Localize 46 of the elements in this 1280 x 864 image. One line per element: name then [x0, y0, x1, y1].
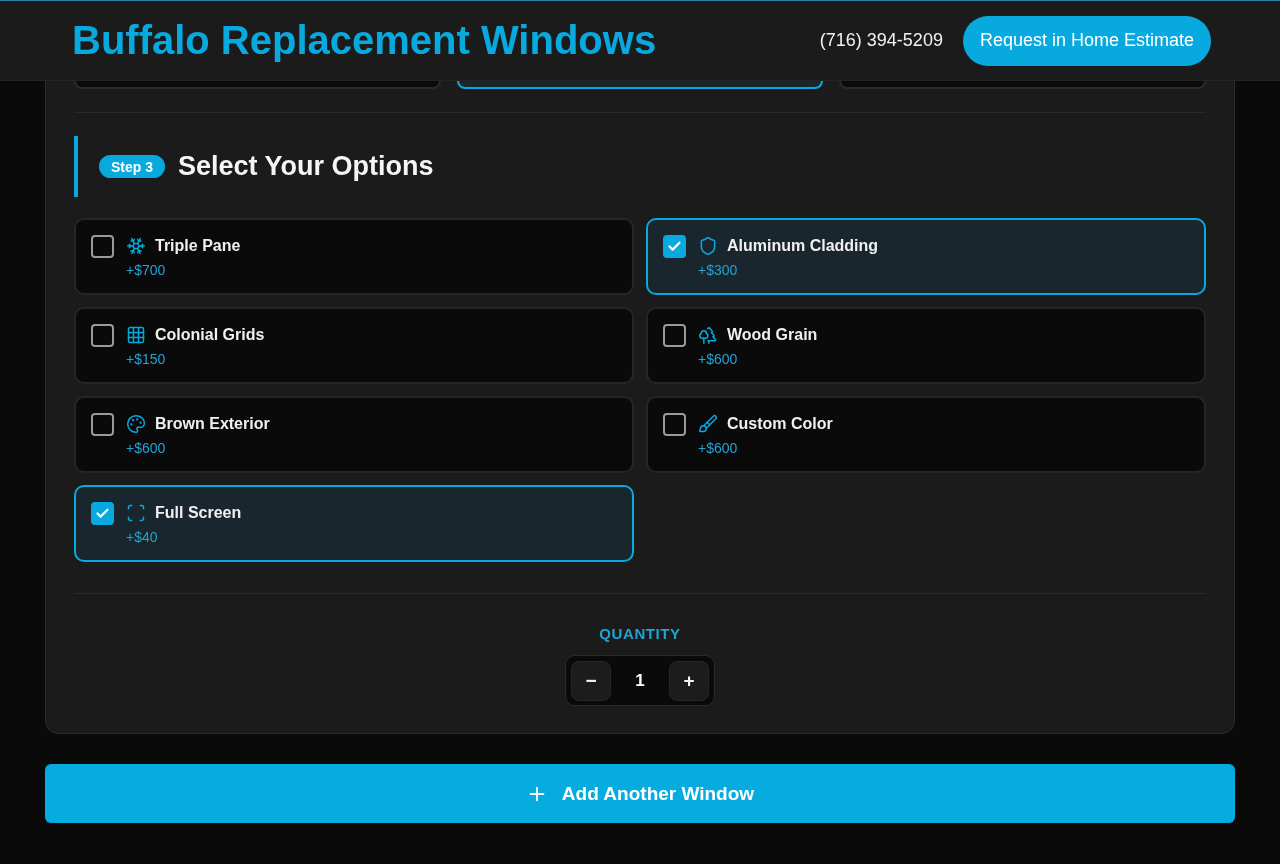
decrement-button[interactable]: −	[571, 660, 611, 701]
section-title: Select Your Options	[178, 151, 434, 182]
option-card[interactable]: Colonial Grids +$150	[74, 307, 634, 384]
option-name: Wood Grain	[727, 326, 818, 344]
brush-icon	[698, 414, 718, 434]
option-price: +$150	[126, 350, 167, 368]
step-badge: Step 3	[99, 155, 165, 178]
checkbox[interactable]	[91, 324, 114, 347]
shield-icon	[698, 236, 718, 256]
increment-button[interactable]: +	[669, 660, 709, 701]
card-edge[interactable]	[456, 81, 824, 89]
quantity-label: QUANTITY	[599, 625, 681, 643]
corner-brackets-icon	[126, 503, 146, 523]
option-name: Brown Exterior	[155, 415, 270, 433]
check-icon	[95, 506, 110, 521]
option-name: Custom Color	[727, 415, 833, 433]
option-card[interactable]: Aluminum Cladding +$300	[646, 218, 1206, 295]
phone-link[interactable]: (716) 394-5209	[819, 30, 943, 51]
option-name: Aluminum Cladding	[727, 237, 879, 255]
option-name: Triple Pane	[155, 237, 241, 255]
option-card[interactable]: Wood Grain +$600	[646, 307, 1206, 384]
option-price: +$600	[698, 350, 739, 368]
snowflake-icon	[126, 236, 146, 256]
checkbox[interactable]	[663, 413, 686, 436]
option-card[interactable]: Full Screen +$40	[74, 485, 634, 562]
checkbox[interactable]	[663, 324, 686, 347]
option-price: +$600	[126, 439, 167, 457]
checkbox[interactable]	[91, 413, 114, 436]
option-price: +$700	[126, 261, 167, 279]
palette-icon	[126, 414, 146, 434]
grid-icon	[126, 325, 146, 345]
option-card[interactable]: Brown Exterior +$600	[74, 396, 634, 473]
site-title: Buffalo Replacement Windows	[72, 18, 657, 63]
checkbox[interactable]	[91, 235, 114, 258]
checkbox[interactable]	[91, 502, 114, 525]
option-price: +$300	[698, 261, 739, 279]
option-price: +$40	[126, 528, 159, 546]
option-card[interactable]: Custom Color +$600	[646, 396, 1206, 473]
quantity-value: 1	[634, 670, 646, 691]
trees-icon	[698, 325, 718, 345]
option-name: Full Screen	[155, 504, 242, 522]
option-price: +$600	[698, 439, 739, 457]
option-card[interactable]: Triple Pane +$700	[74, 218, 634, 295]
checkbox[interactable]	[663, 235, 686, 258]
check-icon	[667, 239, 682, 254]
option-name: Colonial Grids	[155, 326, 265, 344]
